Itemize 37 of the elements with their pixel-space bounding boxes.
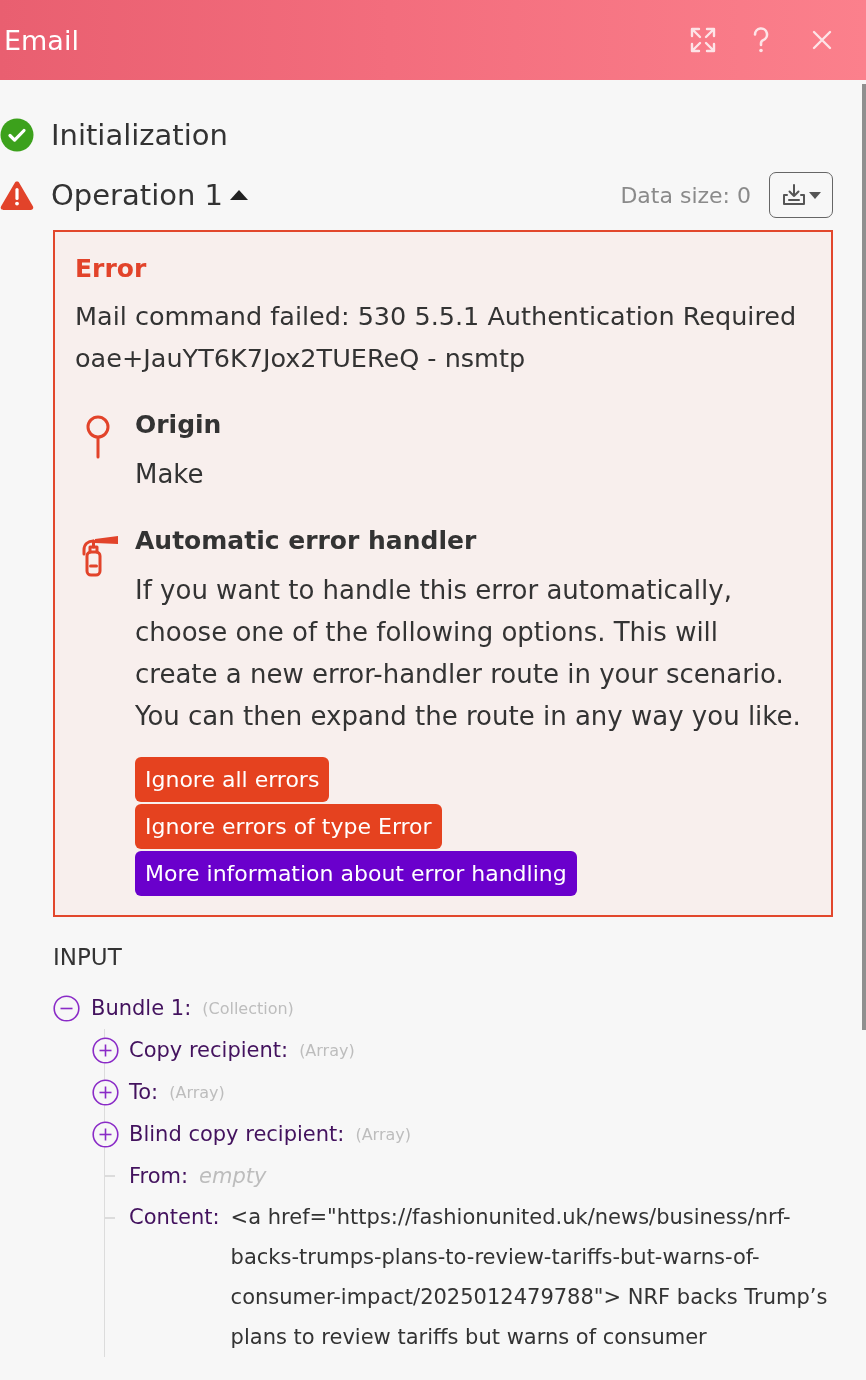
section-text: If you want to handle this error automatically, choose one of the following options. This will create a new error-handler route in your scenario. You can then expand the route in any way you like. (135, 574, 802, 733)
field-label: Copy recipient: (129, 1038, 289, 1062)
pin-icon (85, 415, 111, 459)
caret-down-icon (808, 191, 821, 199)
error-title: Error (75, 253, 148, 285)
field-label: Blind copy recipient: (129, 1122, 345, 1146)
section-text: Make (135, 458, 205, 491)
type-hint: (Array) (299, 1040, 355, 1060)
field-value: empty (199, 1164, 267, 1188)
step-title: Operation 1 (51, 178, 223, 212)
step-title: Initialization (51, 118, 228, 152)
error-message: Mail command failed: 530 5.5.1 Authentication Required oae+JauYT6K7Jox2TUEReQ - nsmtp (75, 300, 798, 375)
expand-plus-icon[interactable] (92, 1078, 119, 1106)
field-label: Bundle 1: (91, 996, 192, 1020)
data-size-label: Data size: 0 (620, 182, 751, 208)
ignore-button[interactable]: Ignore errors of type Error (135, 804, 442, 849)
section-title: Automatic error handler (135, 525, 478, 557)
type-hint: (Collection) (202, 998, 294, 1018)
type-hint: (Array) (169, 1082, 225, 1102)
section-title: Origin (135, 409, 223, 441)
expand-plus-icon[interactable] (92, 1036, 119, 1064)
info-button[interactable]: More information about error handling (135, 851, 577, 896)
field-label: Content: (129, 1204, 220, 1231)
caret-icon[interactable] (229, 189, 249, 201)
field-value: <a href="https://fashionunited.uk/news/business/nrf-backs-trumps-plans-to-review-tariffs-but-warns-of-consumer-impact/2025012479788"> NRF backs Trump’s plans to review tariffs but warns of consumer (230, 1204, 829, 1351)
download-icon (781, 184, 806, 206)
input-heading: INPUT (53, 943, 123, 972)
collapse-icon[interactable] (53, 994, 80, 1022)
ignore-button[interactable]: Ignore all errors (135, 757, 330, 802)
download-button[interactable] (769, 172, 833, 218)
fire-extinguisher-icon (80, 535, 120, 577)
field-label: To: (129, 1080, 159, 1104)
window-title: Email (4, 24, 80, 56)
field-label: From: (129, 1164, 189, 1188)
scrollbar[interactable] (862, 84, 866, 1030)
type-hint: (Array) (355, 1124, 411, 1144)
expand-plus-icon[interactable] (92, 1120, 119, 1148)
